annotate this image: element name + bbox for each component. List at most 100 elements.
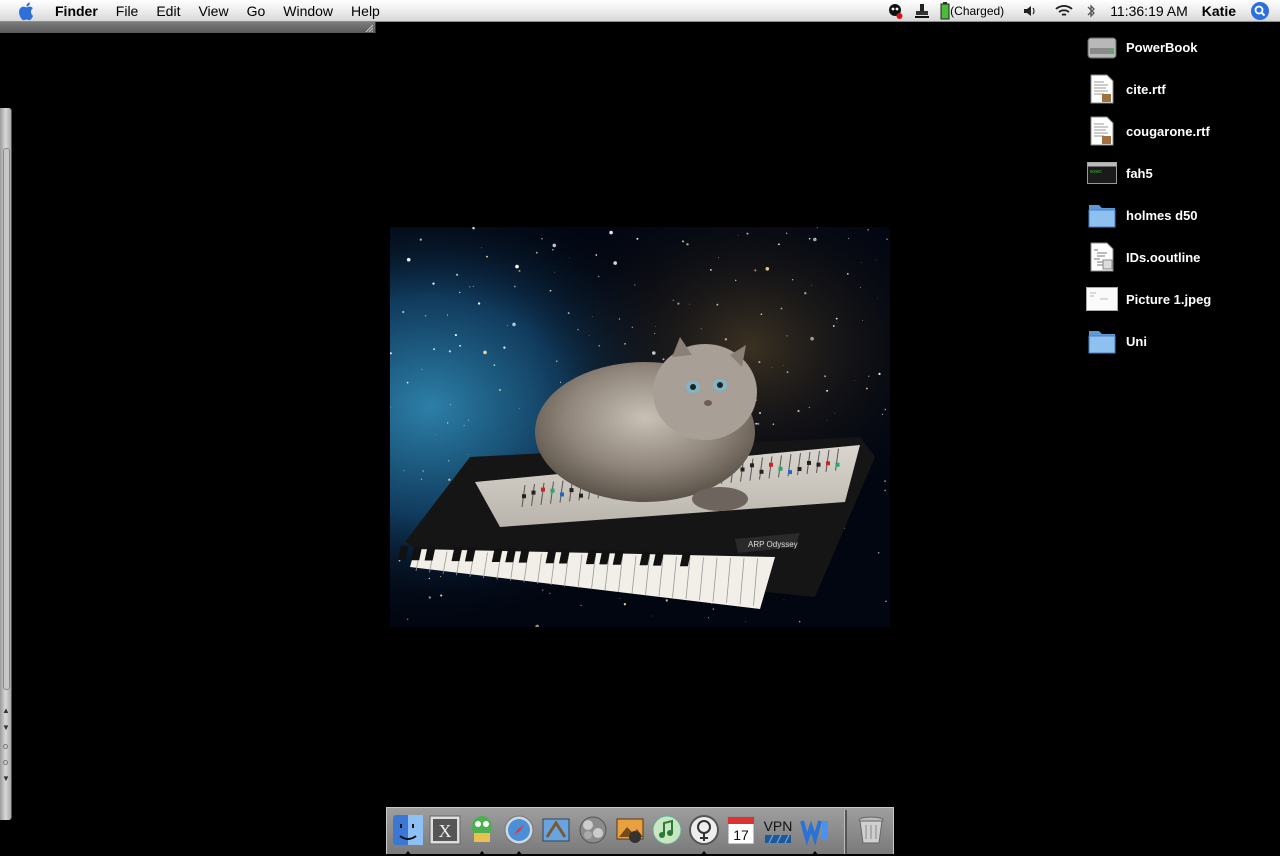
menu-go[interactable]: Go [238,0,275,22]
folder-icon [1086,325,1118,357]
safari-dock-icon[interactable] [502,813,536,856]
star [554,271,555,273]
slider-cap [569,488,574,493]
star [860,286,861,288]
adium-dock-icon[interactable] [465,813,499,856]
star [463,424,465,426]
desktop-item-holmes-d50[interactable]: holmes d50 [1086,198,1280,232]
star [686,243,689,246]
finder-dock-icon[interactable] [391,813,425,856]
star [567,312,570,315]
star [799,621,801,623]
menubar-clock[interactable]: 11:36:19 AM [1110,3,1188,19]
volume-icon[interactable] [1022,3,1038,19]
star [734,279,737,282]
iphoto-dock-icon[interactable] [613,813,647,847]
star [716,303,719,306]
mail-dock-icon[interactable] [539,813,573,847]
star [422,470,424,472]
star [824,375,827,378]
star [810,336,814,341]
star [569,257,571,259]
chat-status-icon[interactable] [886,2,904,20]
star [875,259,877,261]
hard-drive-icon [1086,31,1118,63]
desktop-item-fah5[interactable]: exec fah5 [1086,156,1280,190]
star [835,317,838,320]
menu-window[interactable]: Window [274,0,342,22]
outline-document-icon [1086,241,1118,273]
desktop-picture: ARP Odyssey [390,227,890,627]
bluetooth-icon[interactable] [1086,3,1096,19]
fast-user-switch-name[interactable]: Katie [1202,3,1236,19]
scroll-up-arrow-icon[interactable]: ▲ [2,706,10,715]
desktop-item-ids-ooutline[interactable]: IDs.ooutline [1086,240,1280,274]
star [718,257,720,259]
star [469,286,471,288]
star [746,232,749,235]
drawer-scrollbar[interactable]: ▲ ▼ ▼ [0,108,12,820]
star [709,268,712,271]
star [420,478,423,480]
resize-grip-icon[interactable] [365,24,373,32]
star [542,589,544,591]
scroll-track[interactable] [3,148,10,690]
star [597,275,600,278]
font-book-dock-icon[interactable] [687,813,721,856]
word-dock-icon[interactable] [798,813,832,856]
star [623,603,627,606]
desktop-item-uni[interactable]: Uni [1086,324,1280,358]
slider-cap [531,490,536,495]
menu-view[interactable]: View [189,0,237,22]
menu-edit[interactable]: Edit [147,0,189,22]
star [515,264,519,269]
star [655,325,656,327]
drawer-control-icon[interactable] [3,760,8,765]
slider-cap [797,467,802,472]
star [433,348,435,350]
star [448,478,451,481]
stamp-icon[interactable] [914,2,930,20]
star [786,371,789,373]
battery-icon[interactable]: (Charged) [940,2,1004,20]
star [867,228,870,231]
spotlight-icon[interactable] [1250,1,1270,21]
star [878,372,881,376]
star [886,238,888,240]
star [813,237,817,242]
trash-dock-icon[interactable] [854,813,888,847]
desktop-item-picture-1-jpeg[interactable]: Picture 1.jpeg [1086,282,1280,316]
apple-menu-icon[interactable] [17,1,37,21]
star [609,230,613,235]
scroll-down-arrow-icon[interactable]: ▼ [2,774,10,783]
desktop-item-label: Picture 1.jpeg [1126,291,1212,307]
scroll-down-arrow-icon[interactable]: ▼ [2,723,10,732]
star [808,237,811,240]
menu-file[interactable]: File [107,0,148,22]
terminal-x-dock-icon[interactable]: X [428,813,462,847]
star [454,334,457,337]
desktop-item-cougarone-rtf[interactable]: cougarone.rtf [1086,114,1280,148]
wifi-icon[interactable] [1054,3,1074,19]
desktop-item-cite-rtf[interactable]: cite.rtf [1086,72,1280,106]
desktop-item-powerbook[interactable]: PowerBook [1086,30,1280,64]
menu-finder[interactable]: Finder [47,0,107,22]
star [755,422,758,425]
drawer-control-icon[interactable] [3,744,8,749]
star [434,434,436,436]
star [786,335,788,337]
system-preferences-dock-icon[interactable] [576,813,610,847]
star [808,406,810,408]
star [592,315,593,317]
desktop-item-label: cougarone.rtf [1126,123,1210,139]
star [777,243,780,246]
ical-dock-icon[interactable]: 17 [724,813,758,847]
star [518,408,520,410]
menu-help[interactable]: Help [342,0,389,22]
star [577,328,579,331]
star [791,279,794,281]
itunes-dock-icon[interactable] [650,813,684,847]
star [483,350,487,355]
vpn-dock-icon[interactable]: VPN [761,813,795,847]
jpeg-image-icon [1086,283,1118,315]
